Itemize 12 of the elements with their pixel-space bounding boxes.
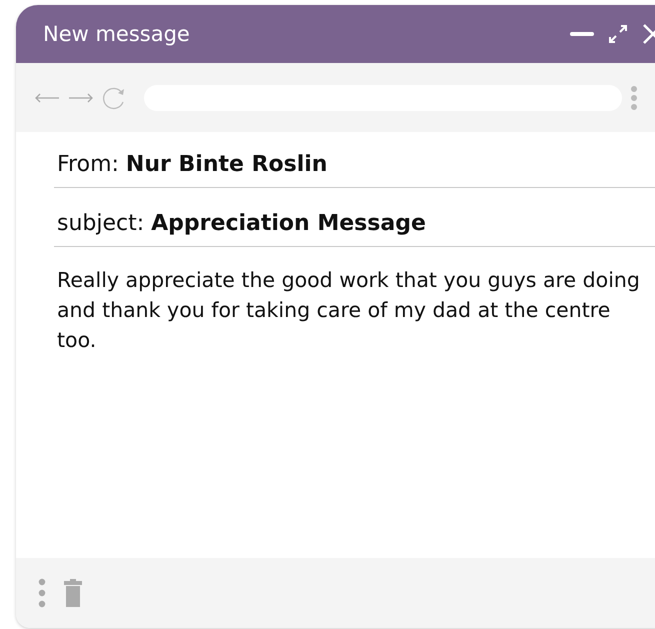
minimize-icon[interactable] [570, 31, 594, 37]
subject-field: subject: Appreciation Message [54, 188, 655, 247]
forward-arrow-icon[interactable] [68, 92, 94, 102]
reload-icon[interactable] [102, 86, 126, 110]
more-icon[interactable] [630, 84, 638, 110]
from-field: From: Nur Binte Roslin [54, 132, 655, 188]
more-icon[interactable] [38, 578, 46, 608]
trash-icon[interactable] [64, 579, 82, 607]
window-title: New message [43, 22, 191, 46]
message-body: Really appreciate the good work that you guys are doing and thank you for taking care of my dad at the centre too. [56, 267, 641, 354]
back-arrow-icon[interactable] [34, 92, 60, 102]
expand-icon[interactable] [608, 24, 628, 44]
